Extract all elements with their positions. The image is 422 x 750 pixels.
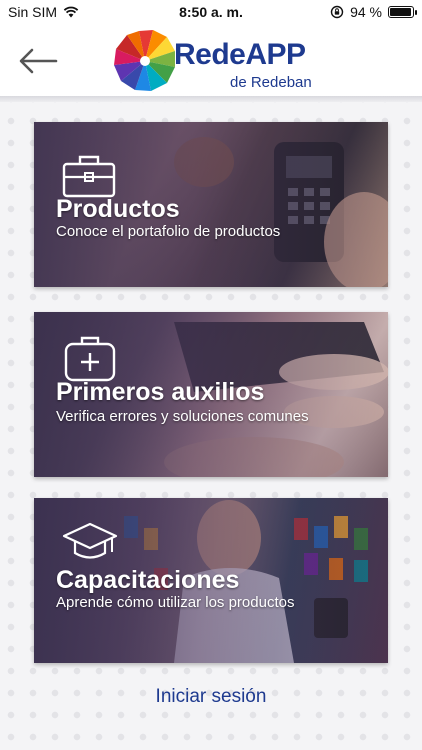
status-right: 94 % <box>330 4 417 20</box>
card-title: Productos <box>56 195 180 223</box>
logo-subtitle: de Redeban <box>230 74 312 91</box>
first-aid-kit-icon <box>64 336 116 382</box>
card-primeros-auxilios[interactable]: Primeros auxilios Verifica errores y sol… <box>34 312 388 477</box>
battery-percent: 94 % <box>350 4 382 20</box>
card-capacitaciones[interactable]: Capacitaciones Aprende cómo utilizar los… <box>34 498 388 663</box>
orientation-lock-icon <box>330 5 344 19</box>
header-divider <box>0 96 422 102</box>
back-button[interactable] <box>18 46 58 76</box>
login-link[interactable]: Iniciar sesión <box>0 686 422 708</box>
redeapp-logo: RedeAPP de Redeban <box>112 28 332 94</box>
briefcase-icon <box>62 155 116 198</box>
arrow-left-icon <box>19 48 58 74</box>
card-productos[interactable]: Productos Conoce el portafolio de produc… <box>34 122 388 287</box>
battery-fill <box>390 8 411 16</box>
app-header: RedeAPP de Redeban <box>0 24 422 98</box>
card-title: Capacitaciones <box>56 566 240 594</box>
status-bar: Sin SIM 8:50 a. m. 94 % <box>0 0 422 24</box>
carrier-label: Sin SIM <box>8 4 58 20</box>
battery-icon <box>388 6 417 18</box>
logo-title: RedeAPP <box>174 38 306 71</box>
card-subtitle: Conoce el portafolio de productos <box>56 223 281 240</box>
card-subtitle: Verifica errores y soluciones comunes <box>56 408 309 425</box>
logo-mark-icon <box>114 30 175 91</box>
status-left: Sin SIM <box>8 4 79 20</box>
graduation-cap-icon <box>62 522 118 559</box>
card-title: Primeros auxilios <box>56 378 265 406</box>
wifi-icon <box>63 6 79 18</box>
card-subtitle: Aprende cómo utilizar los productos <box>56 594 295 611</box>
